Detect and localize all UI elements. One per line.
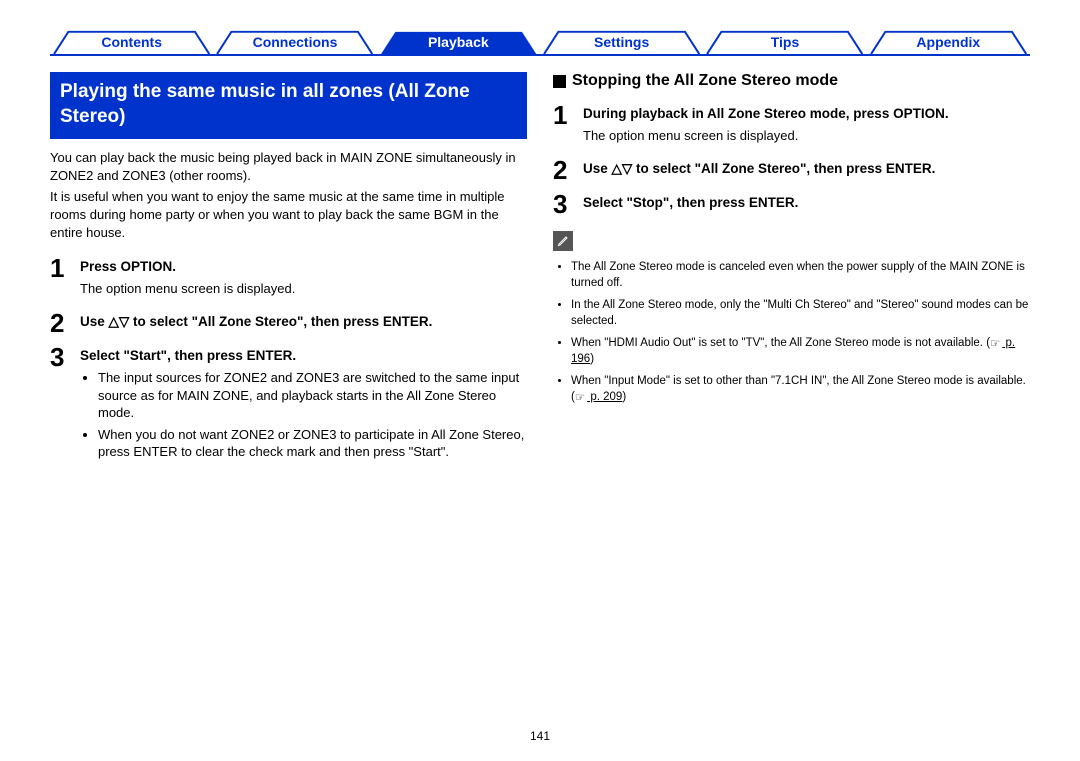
step-number: 3 xyxy=(50,344,80,465)
right-sub-heading: Stopping the All Zone Stereo mode xyxy=(553,72,1030,90)
up-down-triangle-icon: △▽ xyxy=(612,161,633,176)
step-title: Select "Stop", then press ENTER. xyxy=(583,194,1030,212)
step-bullet: The input sources for ZONE2 and ZONE3 ar… xyxy=(98,369,527,422)
step-bullet: When you do not want ZONE2 or ZONE3 to p… xyxy=(98,426,527,461)
hand-pointer-icon: ☞ xyxy=(575,390,585,406)
step-number: 2 xyxy=(50,310,80,336)
page-link-209[interactable]: ☞ p. 209 xyxy=(575,391,622,403)
square-bullet-icon xyxy=(553,75,566,88)
right-column: Stopping the All Zone Stereo mode 1 Duri… xyxy=(553,72,1030,473)
tab-appendix[interactable]: Appendix xyxy=(867,30,1030,54)
note-item: When "HDMI Audio Out" is set to "TV", th… xyxy=(571,335,1030,367)
left-step-2: 2 Use △▽ to select "All Zone Stereo", th… xyxy=(50,310,527,336)
intro-para-2: It is useful when you want to enjoy the … xyxy=(50,188,527,241)
step-title: During playback in All Zone Stereo mode,… xyxy=(583,105,1030,123)
left-step-3: 3 Select "Start", then press ENTER. The … xyxy=(50,344,527,465)
tab-connections[interactable]: Connections xyxy=(213,30,376,54)
note-item: The All Zone Stereo mode is canceled eve… xyxy=(571,259,1030,291)
tab-contents[interactable]: Contents xyxy=(50,30,213,54)
step-title: Select "Start", then press ENTER. xyxy=(80,347,527,365)
tab-settings[interactable]: Settings xyxy=(540,30,703,54)
right-step-3: 3 Select "Stop", then press ENTER. xyxy=(553,191,1030,217)
page-number: 141 xyxy=(0,729,1080,743)
top-nav: Contents Connections Playback Settings T… xyxy=(50,30,1030,56)
step-title: Use △▽ to select "All Zone Stereo", then… xyxy=(80,313,527,331)
section-heading: Playing the same music in all zones (All… xyxy=(50,72,527,139)
note-item: When "Input Mode" is set to other than "… xyxy=(571,373,1030,405)
note-item: In the All Zone Stereo mode, only the "M… xyxy=(571,297,1030,329)
left-column: Playing the same music in all zones (All… xyxy=(50,72,527,473)
step-number: 1 xyxy=(553,102,583,149)
left-step-1: 1 Press OPTION. The option menu screen i… xyxy=(50,255,527,302)
step-desc: The option menu screen is displayed. xyxy=(80,280,527,298)
step-number: 2 xyxy=(553,157,583,183)
step-number: 3 xyxy=(553,191,583,217)
right-step-1: 1 During playback in All Zone Stereo mod… xyxy=(553,102,1030,149)
hand-pointer-icon: ☞ xyxy=(990,336,1000,352)
right-step-2: 2 Use △▽ to select "All Zone Stereo", th… xyxy=(553,157,1030,183)
step-desc: The option menu screen is displayed. xyxy=(583,127,1030,145)
intro-para-1: You can play back the music being played… xyxy=(50,149,527,184)
pencil-note-icon xyxy=(553,231,573,251)
tab-playback[interactable]: Playback xyxy=(377,30,540,54)
step-title: Use △▽ to select "All Zone Stereo", then… xyxy=(583,160,1030,178)
step-number: 1 xyxy=(50,255,80,302)
up-down-triangle-icon: △▽ xyxy=(109,314,130,329)
tab-tips[interactable]: Tips xyxy=(703,30,866,54)
step-title: Press OPTION. xyxy=(80,258,527,276)
